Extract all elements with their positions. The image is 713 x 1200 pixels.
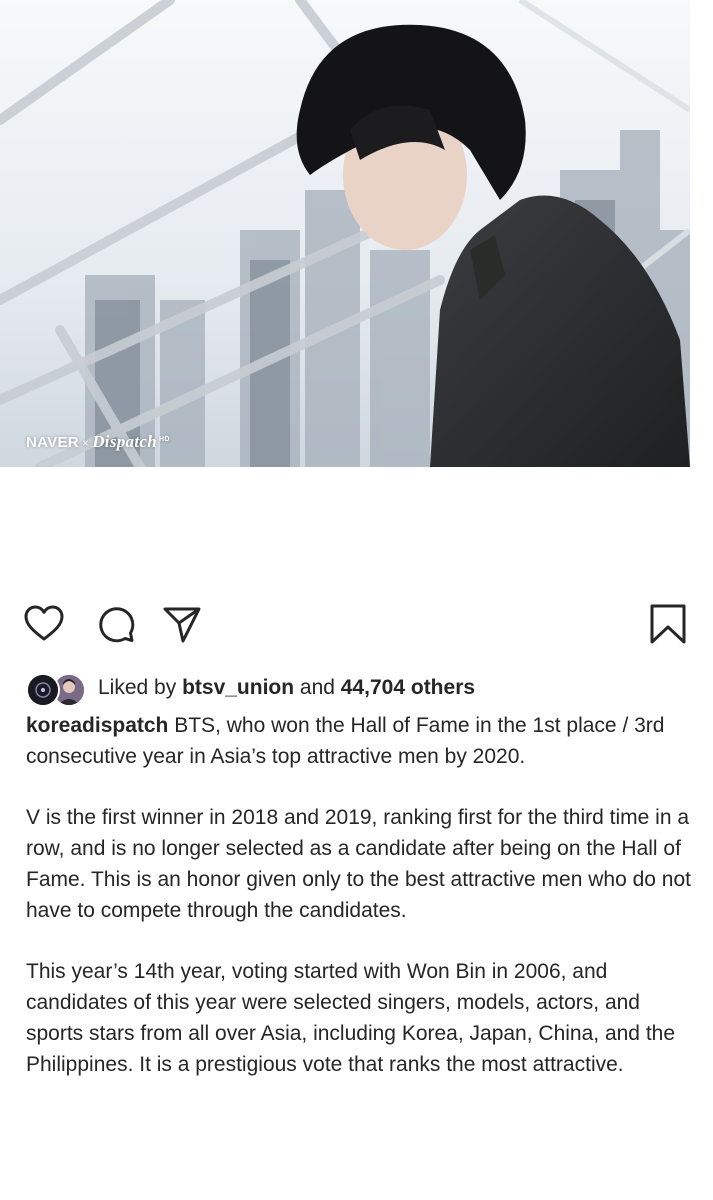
- share-button[interactable]: [160, 600, 204, 648]
- post-action-bar: [0, 600, 713, 656]
- watermark-brand: NAVER: [26, 434, 79, 451]
- watermark-partner: Dispatch: [92, 432, 157, 451]
- watermark-hd: HD: [158, 436, 170, 443]
- caption-username[interactable]: koreadispatch: [26, 714, 168, 737]
- likes-summary[interactable]: Liked by btsv_union and 44,704 others: [98, 676, 475, 700]
- watermark-separator: ×: [81, 436, 90, 450]
- liker-username[interactable]: btsv_union: [182, 676, 294, 699]
- likes-middle: and: [294, 676, 341, 699]
- avatar[interactable]: [26, 673, 60, 707]
- save-button[interactable]: [646, 600, 690, 648]
- bookmark-outline-icon: [650, 604, 686, 644]
- likes-row: Liked by btsv_union and 44,704 others: [26, 668, 475, 708]
- post-photo[interactable]: NAVER × Dispatch HD: [0, 0, 690, 467]
- comment-button[interactable]: [94, 600, 138, 648]
- caption-paragraph-1: koreadispatch BTS, who won the Hall of F…: [26, 710, 696, 772]
- liker-avatars[interactable]: [26, 670, 86, 707]
- photo-scene: [0, 0, 690, 467]
- comment-bubble-icon: [99, 607, 135, 643]
- like-button[interactable]: [22, 600, 66, 648]
- heart-outline-icon: [24, 605, 64, 641]
- paper-plane-icon: [163, 607, 201, 643]
- caption-paragraph-3: This year’s 14th year, voting started wi…: [26, 960, 676, 1076]
- likes-count[interactable]: 44,704 others: [341, 676, 475, 699]
- logo-avatar-icon: [28, 675, 58, 705]
- post-caption: koreadispatch BTS, who won the Hall of F…: [26, 710, 696, 1110]
- photo-watermark: NAVER × Dispatch HD: [26, 432, 170, 452]
- likes-prefix: Liked by: [98, 676, 183, 699]
- caption-paragraph-2: V is the first winner in 2018 and 2019, …: [26, 806, 691, 922]
